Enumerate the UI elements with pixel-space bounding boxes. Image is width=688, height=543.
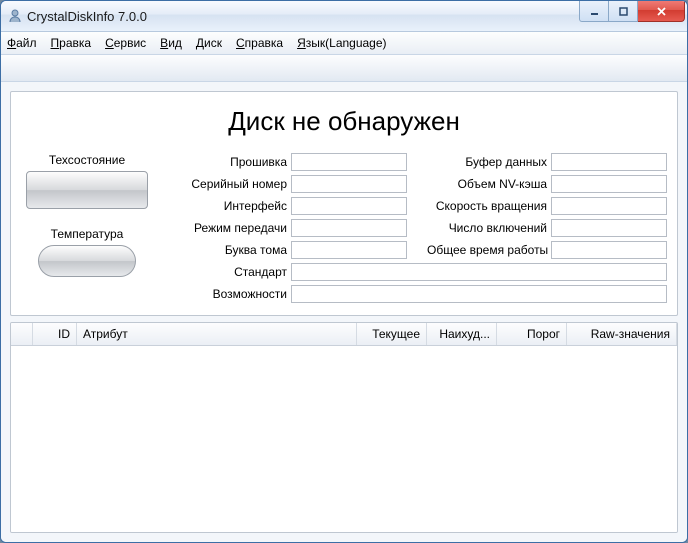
poweron-hours-label: Общее время работы [427,243,547,257]
poweron-count-value [551,219,667,237]
col-worst[interactable]: Наихуд... [427,323,497,345]
info-area: Техсостояние Температура Прошивка Буфер … [21,153,667,303]
temperature-label: Температура [51,227,124,241]
app-icon [7,8,23,24]
interface-value [291,197,407,215]
drive-letter-value [291,241,407,259]
app-window: CrystalDiskInfo 7.0.0 Файл Правка Сервис… [0,0,688,543]
features-value [291,285,667,303]
window-title: CrystalDiskInfo 7.0.0 [27,9,147,24]
table-header: ID Атрибут Текущее Наихуд... Порог Raw-з… [11,323,677,346]
poweron-count-label: Число включений [427,221,547,235]
menu-file[interactable]: Файл [7,36,37,50]
maximize-button[interactable] [609,1,638,22]
status-column: Техсостояние Температура [21,153,153,303]
firmware-label: Прошивка [167,155,287,169]
features-label: Возможности [167,287,287,301]
menubar: Файл Правка Сервис Вид Диск Справка Язык… [1,32,687,55]
col-raw[interactable]: Raw-значения [567,323,677,345]
rpm-label: Скорость вращения [427,199,547,213]
close-button[interactable] [638,1,685,22]
serial-label: Серийный номер [167,177,287,191]
table-body [11,346,677,532]
menu-disk[interactable]: Диск [196,36,222,50]
buffer-label: Буфер данных [427,155,547,169]
buffer-value [551,153,667,171]
rpm-value [551,197,667,215]
nvcache-value [551,175,667,193]
titlebar[interactable]: CrystalDiskInfo 7.0.0 [1,1,687,32]
col-id[interactable]: ID [33,323,77,345]
serial-value [291,175,407,193]
temperature-status [38,245,136,277]
col-attribute[interactable]: Атрибут [77,323,357,345]
window-controls [579,1,685,22]
standard-value [291,263,667,281]
menu-help[interactable]: Справка [236,36,283,50]
toolbar [1,55,687,82]
menu-edit[interactable]: Правка [51,36,92,50]
minimize-button[interactable] [579,1,609,22]
fields-grid: Прошивка Буфер данных Серийный номер [167,153,667,303]
transfer-value [291,219,407,237]
firmware-value [291,153,407,171]
col-status[interactable] [11,323,33,345]
col-current[interactable]: Текущее [357,323,427,345]
disk-info-panel: Диск не обнаружен Техсостояние Температу… [10,91,678,316]
drive-letter-label: Буква тома [167,243,287,257]
interface-label: Интерфейс [167,199,287,213]
client-area: Диск не обнаружен Техсостояние Температу… [1,82,687,542]
poweron-hours-value [551,241,667,259]
standard-label: Стандарт [167,265,287,279]
health-status [26,171,148,209]
transfer-label: Режим передачи [167,221,287,235]
disk-heading: Диск не обнаружен [21,106,667,137]
smart-table: ID Атрибут Текущее Наихуд... Порог Raw-з… [10,322,678,533]
menu-view[interactable]: Вид [160,36,182,50]
nvcache-label: Объем NV-кэша [427,177,547,191]
col-threshold[interactable]: Порог [497,323,567,345]
menu-service[interactable]: Сервис [105,36,146,50]
menu-language[interactable]: Язык(Language) [297,36,386,50]
health-label: Техсостояние [49,153,125,167]
